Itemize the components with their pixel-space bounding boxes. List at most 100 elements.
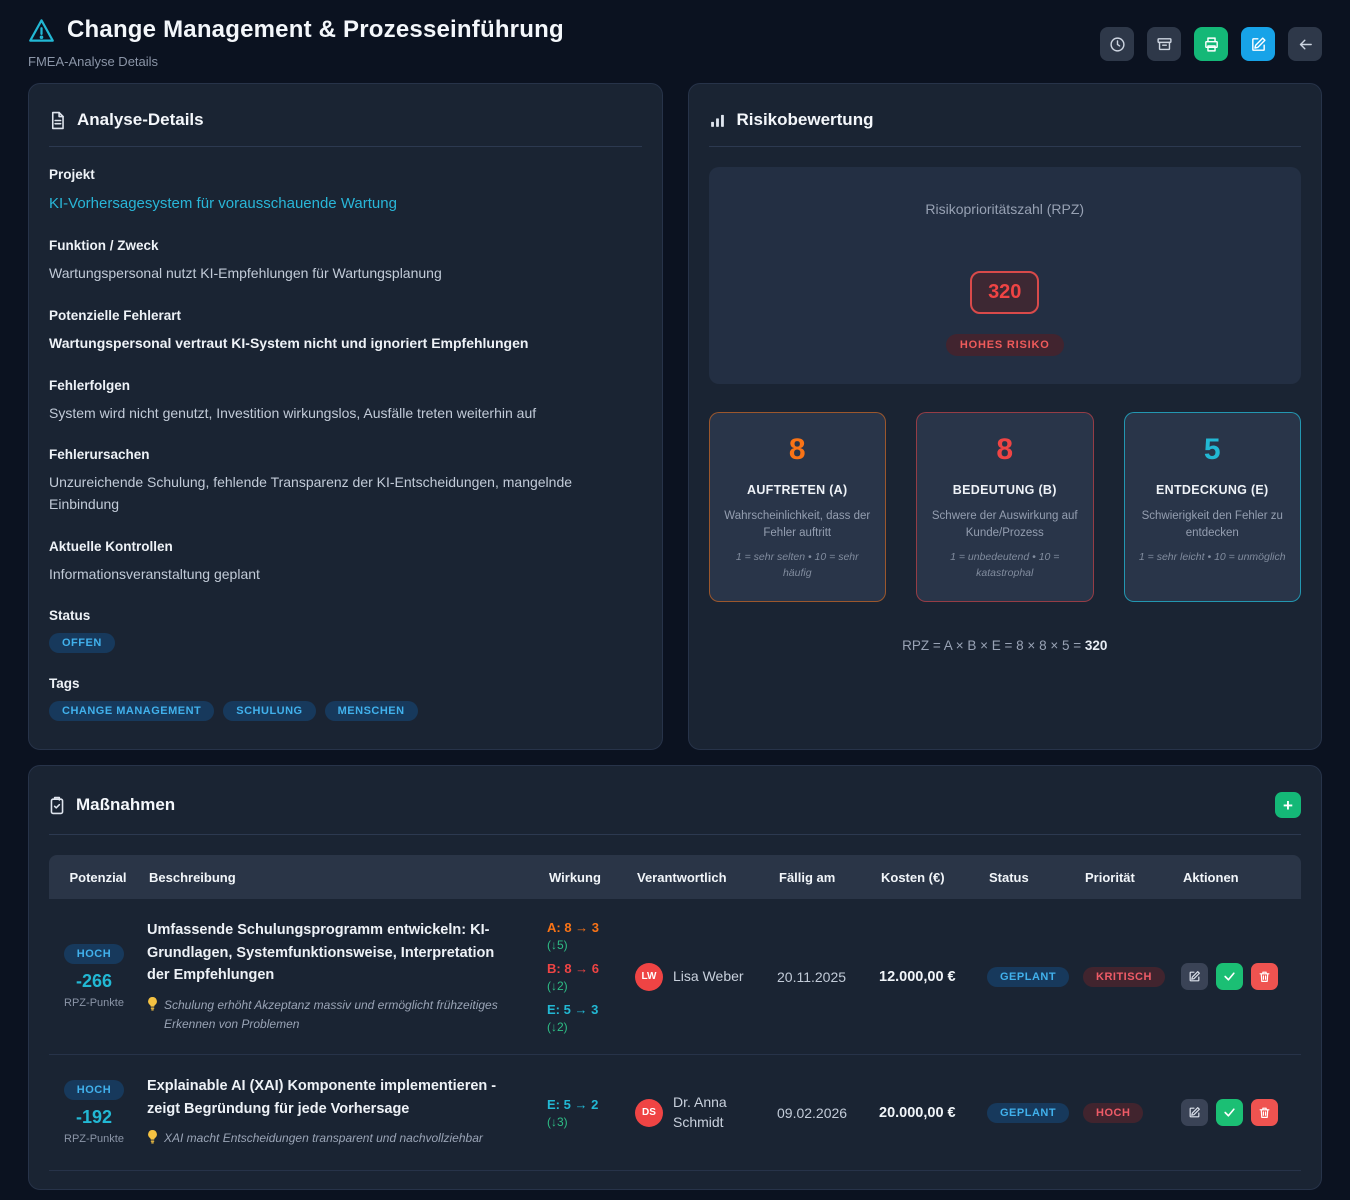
archive-button[interactable] [1147,27,1181,61]
history-button[interactable] [1100,27,1134,61]
col-potenzial: Potenzial [49,870,147,885]
tag-badge: SCHULUNG [223,701,315,721]
potential-value: -192 [49,1107,139,1128]
page-subtitle: FMEA-Analyse Details [28,54,564,69]
formula-text: RPZ = A × B × E = 8 × 8 × 5 = [902,638,1085,653]
trash-icon [1258,970,1271,983]
score-description: Wahrscheinlichkeit, dass der Fehler auft… [724,508,872,541]
score-cards: 8 AUFTRETEN (A) Wahrscheinlichkeit, dass… [709,412,1302,602]
risk-panel-title: Risikobewertung [737,110,874,130]
effect-cell: E: 5 → 2 (↓3) [547,1097,635,1129]
measures-table: Potenzial Beschreibung Wirkung Verantwor… [49,855,1301,1171]
owner-name: Dr. Anna Schmidt [673,1093,753,1132]
score-name: ENTDECKUNG (E) [1139,483,1287,497]
rpz-label: Risikoprioritätszahl (RPZ) [729,201,1282,217]
score-value: 8 [724,433,872,467]
effect-cell: A: 8 → 3 (↓5) B: 8 → 6 (↓2) E: 5 → 3 (↓2… [547,920,635,1034]
col-verantwortlich: Verantwortlich [635,870,777,885]
score-value: 5 [1139,433,1287,467]
printer-icon [1203,36,1220,53]
field-fehlerfolgen: Fehlerfolgen System wird nicht genutzt, … [49,378,642,425]
clock-icon [1109,36,1126,53]
potential-badge: HOCH [64,1080,124,1100]
print-button[interactable] [1194,27,1228,61]
potential-value: -266 [49,971,139,992]
field-projekt: Projekt KI-Vorhersagesystem für voraussc… [49,167,642,215]
rpz-card: Risikoprioritätszahl (RPZ) 320 HOHES RIS… [709,167,1302,384]
clipboard-icon [49,796,65,815]
edit-measure-button[interactable] [1181,1099,1208,1126]
archive-icon [1156,36,1173,53]
bar-chart-icon [709,112,726,129]
add-measure-button[interactable]: + [1275,792,1301,818]
edit-measure-button[interactable] [1181,963,1208,990]
measure-status-badge: GEPLANT [987,1103,1069,1123]
field-tags: Tags CHANGE MANAGEMENT SCHULUNG MENSCHEN [49,676,642,721]
warning-triangle-icon [28,18,55,43]
table-row: HOCH -192 RPZ-Punkte Explainable AI (XAI… [49,1055,1301,1171]
measure-description: Umfassende Schulungsprogramm entwickeln:… [147,919,517,986]
avatar: LW [635,963,663,991]
tag-badge: CHANGE MANAGEMENT [49,701,214,721]
field-funktion: Funktion / Zweck Wartungspersonal nutzt … [49,238,642,285]
rpz-value: 320 [970,271,1039,314]
due-date: 20.11.2025 [777,969,879,985]
field-label: Tags [49,676,642,691]
owner-name: Lisa Weber [673,967,744,987]
check-icon [1223,1106,1236,1119]
field-label: Fehlerursachen [49,447,629,462]
lightbulb-icon [147,1130,158,1150]
risk-assessment-panel: Risikobewertung Risikoprioritätszahl (RP… [688,83,1323,750]
edit-pencil-icon [1250,36,1267,53]
effect-b: B: 8 → 6 [547,961,627,976]
field-value: Unzureichende Schulung, fehlende Transpa… [49,472,629,515]
page-title: Change Management & Prozesseinführung [67,16,564,44]
measure-description: Explainable AI (XAI) Komponente implemen… [147,1075,517,1120]
complete-measure-button[interactable] [1216,1099,1243,1126]
potential-badge: HOCH [64,944,124,964]
effect-e: E: 5 → 2 [547,1097,627,1112]
field-value: Informationsveranstaltung geplant [49,564,642,586]
potential-unit: RPZ-Punkte [49,1133,139,1145]
complete-measure-button[interactable] [1216,963,1243,990]
cost-value: 12.000,00 € [879,969,987,985]
measure-status-badge: GEPLANT [987,967,1069,987]
field-label: Status [49,608,642,623]
avatar: DS [635,1099,663,1127]
risk-level-badge: HOHES RISIKO [946,334,1064,356]
field-value: Wartungspersonal nutzt KI-Empfehlungen f… [49,263,642,285]
formula-result: 320 [1085,638,1108,653]
edit-button[interactable] [1241,27,1275,61]
check-icon [1223,970,1236,983]
arrow-left-icon [1297,36,1314,53]
status-badge: OFFEN [49,633,115,653]
project-link[interactable]: KI-Vorhersagesystem für vorausschauende … [49,192,642,215]
measures-panel: Maßnahmen + Potenzial Beschreibung Wirku… [28,765,1322,1190]
effect-b-delta: (↓2) [547,979,627,993]
effect-a-delta: (↓5) [547,938,627,952]
details-panel-title: Analyse-Details [77,110,204,130]
analysis-details-panel: Analyse-Details Projekt KI-Vorhersagesys… [28,83,663,750]
lightbulb-icon [147,997,158,1034]
measures-panel-title: Maßnahmen [76,795,175,815]
col-status: Status [987,870,1083,885]
page-header: Change Management & Prozesseinführung FM… [28,16,1322,69]
col-prioritaet: Priorität [1083,870,1181,885]
fmea-detail-page: Change Management & Prozesseinführung FM… [0,0,1350,1200]
score-card-auftreten: 8 AUFTRETEN (A) Wahrscheinlichkeit, dass… [709,412,887,602]
delete-measure-button[interactable] [1251,963,1278,990]
pencil-square-icon [1188,1106,1201,1119]
field-label: Potenzielle Fehlerart [49,308,642,323]
field-value: System wird nicht genutzt, Investition w… [49,403,642,425]
score-card-bedeutung: 8 BEDEUTUNG (B) Schwere der Auswirkung a… [916,412,1094,602]
effect-e-delta: (↓3) [547,1115,627,1129]
col-faellig: Fällig am [777,870,879,885]
delete-measure-button[interactable] [1251,1099,1278,1126]
col-wirkung: Wirkung [547,870,635,885]
score-scale: 1 = unbedeutend • 10 = katastrophal [931,550,1079,582]
potential-unit: RPZ-Punkte [49,997,139,1009]
priority-badge: HOCH [1083,1103,1143,1123]
cost-value: 20.000,00 € [879,1105,987,1121]
back-button[interactable] [1288,27,1322,61]
effect-a: A: 8 → 3 [547,920,627,935]
